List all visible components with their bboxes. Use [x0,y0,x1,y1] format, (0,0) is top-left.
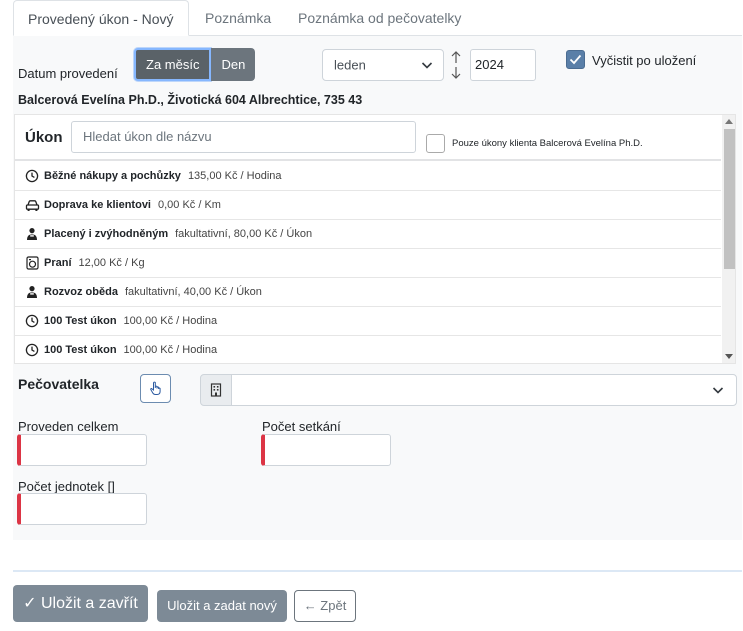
ukon-list: Běžné nákupy a pochůzky 135,00 Kč / Hodi… [15,162,721,363]
scroll-down-icon[interactable] [725,354,733,359]
back-button[interactable]: ← Zpět [294,590,356,622]
ukon-title: Úkon [25,129,63,146]
clear-after-save-checkbox[interactable] [566,50,585,69]
date-label: Datum provedení [18,66,118,81]
ukon-price: fakultativní, 40,00 Kč / Úkon [124,286,262,298]
ukon-list-item[interactable]: 100 Test úkon 100,00 Kč / Hodina [15,307,721,336]
car-icon [24,197,40,213]
ukon-name: 100 Test úkon [44,315,117,327]
chevron-down-icon [421,62,433,69]
pecovatelka-label: Pečovatelka [18,376,99,392]
ukon-name: Placený i zvýhodněným [44,228,169,240]
ukon-name: Praní [44,257,72,269]
scroll-up-icon[interactable] [725,119,733,124]
ukon-price: fakultativní, 80,00 Kč / Úkon [175,228,313,240]
only-client-checkbox[interactable] [426,134,445,153]
tab-poznamka-od-pecovatelky[interactable]: Poznámka od pečovatelky [284,0,475,36]
ukon-price: 12,00 Kč / Kg [78,257,145,269]
check-icon [569,54,582,65]
proveden-celkem-input[interactable] [17,434,147,466]
ukon-list-item[interactable]: Běžné nákupy a pochůzky 135,00 Kč / Hodi… [15,162,721,191]
day-mode-button[interactable]: Den [211,48,256,81]
ukon-name: 100 Test úkon [44,344,117,356]
clock-icon [24,342,40,358]
clock-icon [24,168,40,184]
ukon-list-item[interactable]: 100 Test úkon 100,00 Kč / Hodina [15,336,721,363]
pocet-setkani-input[interactable] [261,434,391,466]
month-select-value: leden [334,57,366,73]
clock-icon [24,313,40,329]
clear-after-save-label: Vyčistit po uložení [592,53,697,68]
person-icon [24,226,40,242]
ukon-price: 135,00 Kč / Hodina [187,170,282,182]
tab-poznamka[interactable]: Poznámka [191,0,285,36]
save-and-close-button[interactable]: ✓ Uložit a zavřít [13,585,148,622]
pocet-jednotek-label: Počet jednotek [] [18,479,115,494]
client-info: Balcerová Evelína Ph.D., Životická 604 A… [18,93,363,107]
ukon-price: 100,00 Kč / Hodina [123,344,218,356]
ukon-name: Rozvoz oběda [44,286,118,298]
ukon-scrollbar-thumb[interactable] [724,129,735,269]
ukon-scrollbar[interactable] [722,115,735,363]
pocet-setkani-label: Počet setkání [262,419,341,434]
proveden-celkem-label: Proveden celkem [18,419,119,434]
ukon-list-item[interactable]: Placený i zvýhodněným fakultativní, 80,0… [15,220,721,249]
ukon-list-item[interactable]: Doprava ke klientovi 0,00 Kč / Km [15,191,721,220]
hand-pointer-icon [150,381,161,395]
sort-arrows-icon[interactable] [449,50,463,80]
person-icon [24,284,40,300]
save-and-new-button[interactable]: Uložit a zadat nový [157,590,287,622]
ukon-price: 0,00 Kč / Km [158,199,221,211]
pecovatelka-select[interactable] [231,374,737,406]
ukon-name: Doprava ke klientovi [44,199,151,211]
ukon-search-input[interactable]: Hledat úkon dle názvu [71,121,416,153]
ukon-price: 100,00 Kč / Hodina [123,315,218,327]
ukon-header-divider [15,159,721,161]
chevron-down-icon [712,387,724,394]
date-mode-toggle: Za měsíc Den [134,48,256,81]
month-mode-button[interactable]: Za měsíc [134,48,212,81]
tab-provedeny-ukon[interactable]: Provedený úkon - Nový [13,0,189,36]
only-client-label: Pouze úkony klienta Balcerová Evelína Ph… [452,138,643,149]
ukon-panel: Úkon Hledat úkon dle názvu Pouze úkony k… [14,114,736,364]
pick-pecovatelka-button[interactable] [140,374,171,403]
washing-machine-icon [24,255,40,271]
ukon-name: Běžné nákupy a pochůzky [44,170,181,182]
ukon-list-item[interactable]: Praní 12,00 Kč / Kg [15,249,721,278]
ukon-list-item[interactable]: Rozvoz oběda fakultativní, 40,00 Kč / Úk… [15,278,721,307]
month-select[interactable]: leden [322,49,444,81]
building-icon [200,374,232,406]
footer-divider [13,570,742,572]
year-input[interactable]: 2024 [470,49,536,81]
pocet-jednotek-input[interactable] [17,493,147,525]
